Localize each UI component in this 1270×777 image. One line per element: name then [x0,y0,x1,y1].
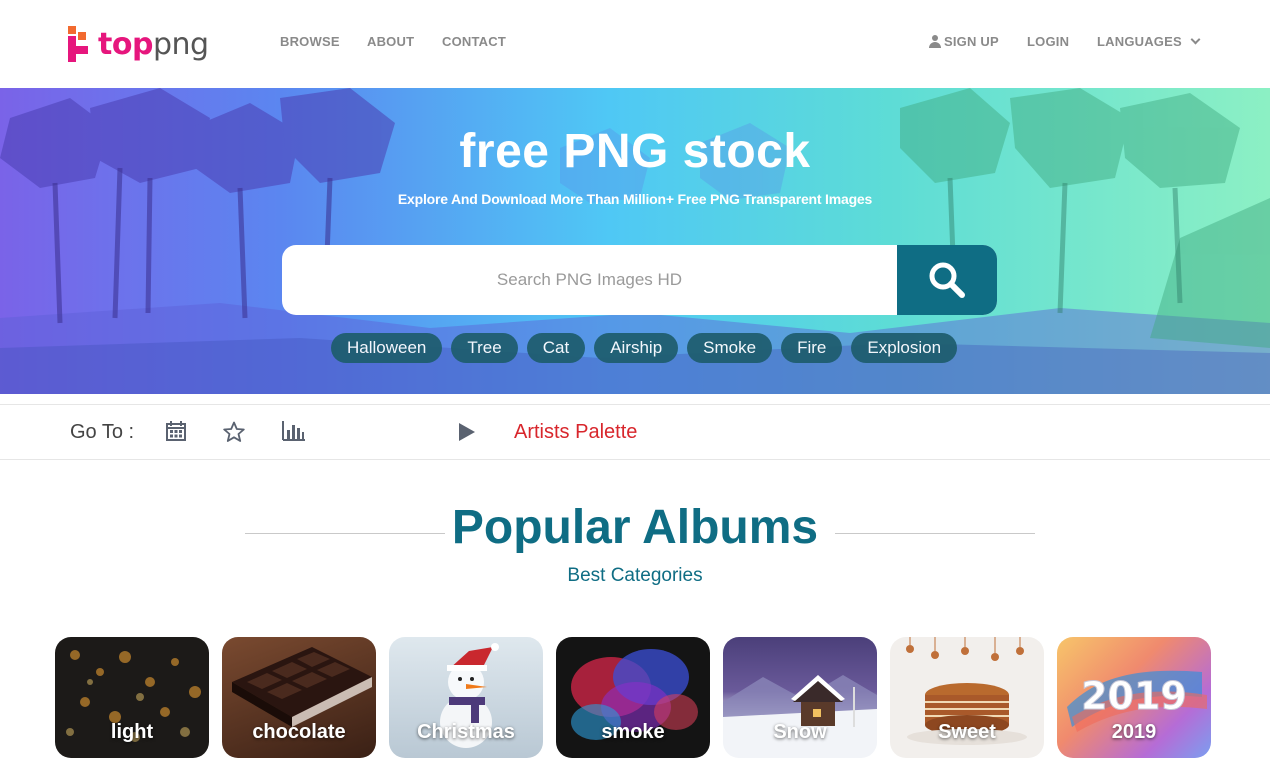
tag-tree[interactable]: Tree [451,333,518,363]
album-cards: light chocolate Christmas smoke Snow Swe… [55,637,1211,758]
star-icon[interactable] [223,421,245,443]
art-year-text: 2019 [1081,674,1187,718]
logo-mark-icon [68,26,92,62]
search-button[interactable] [897,245,997,315]
hero-banner: free PNG stock Explore And Download More… [0,88,1270,394]
artists-palette-link[interactable]: Artists Palette [514,421,637,444]
languages-label: LANGUAGES [1097,34,1182,49]
nav-languages-dropdown[interactable]: LANGUAGES [1097,34,1201,49]
best-categories-subtitle: Best Categories [567,565,703,586]
search-icon [929,262,965,298]
nav-contact-link[interactable]: CONTACT [442,34,506,49]
hero-subtitle: Explore And Download More Than Million+ … [397,191,873,207]
album-card-2019[interactable]: 2019 2019 [1057,637,1211,758]
album-label: chocolate [252,721,346,743]
site-header: toppng BROWSE ABOUT CONTACT SIGN UP LOGI… [0,0,1270,88]
hero-title: free PNG stock [459,125,811,178]
popular-albums-title: Popular Albums [451,501,819,554]
album-label: light [110,721,154,743]
nav-signup-link[interactable]: SIGN UP [929,34,999,49]
goto-bar: Go To : Artists Palette [0,404,1270,460]
search-bar [282,245,997,315]
album-card-christmas[interactable]: Christmas [389,637,543,758]
album-card-sweet[interactable]: Sweet [890,637,1044,758]
signup-label: SIGN UP [944,34,999,49]
tag-cat[interactable]: Cat [526,333,586,363]
album-label: 2019 [1111,721,1157,743]
album-label: smoke [601,721,665,743]
bar-chart-icon[interactable] [282,421,306,441]
album-card-light[interactable]: light [55,637,209,758]
album-label: Snow [773,721,827,743]
tag-airship[interactable]: Airship [594,333,679,363]
toppng-logo[interactable]: toppng [68,24,209,64]
album-card-snow[interactable]: Snow [723,637,877,758]
goto-label: Go To : [70,421,135,443]
user-icon [929,34,941,49]
logo-wordmark: toppng [98,26,209,62]
popular-tags: Halloween Tree Cat Airship Smoke Fire Ex… [331,333,958,363]
tag-halloween[interactable]: Halloween [331,333,443,363]
search-input[interactable] [282,245,897,315]
album-card-chocolate[interactable]: chocolate [222,637,376,758]
tag-explosion[interactable]: Explosion [851,333,958,363]
chevron-down-icon [1190,34,1201,45]
album-label: Sweet [938,721,996,743]
calendar-icon[interactable] [166,421,186,441]
tag-fire[interactable]: Fire [781,333,843,363]
album-card-smoke[interactable]: smoke [556,637,710,758]
album-label: Christmas [417,721,515,743]
nav-browse-link[interactable]: BROWSE [280,34,340,49]
nav-about-link[interactable]: ABOUT [367,34,414,49]
play-icon[interactable] [458,423,476,441]
nav-login-link[interactable]: LOGIN [1027,34,1069,49]
tag-smoke[interactable]: Smoke [687,333,773,363]
